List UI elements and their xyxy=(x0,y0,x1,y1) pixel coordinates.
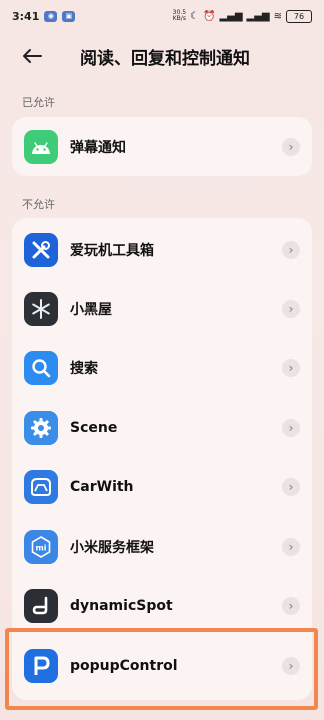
app-name: 搜索 xyxy=(70,360,98,377)
app-row-dynamicspot[interactable]: dynamicSpot › xyxy=(12,576,312,635)
app-name: 爱玩机工具箱 xyxy=(70,242,154,259)
allowed-card: 弹幕通知 › xyxy=(12,117,312,176)
notification-app-icon: ◉ xyxy=(44,10,58,22)
search-icon xyxy=(24,350,58,385)
section-allowed-label: 已允许 xyxy=(22,96,55,109)
dynamicspot-icon xyxy=(24,588,58,623)
signal-icon: ▂▄▆ xyxy=(219,10,243,22)
app-row-mi-framework[interactable]: mi 小米服务框架 › xyxy=(12,517,312,576)
notification-app-icon-2: ▣ xyxy=(62,10,76,22)
status-bar: 3:41 ◉ ▣ 30.5 KB/s ☾ ⏰ ▂▄▆ ▂▄▆ ≋ 76 xyxy=(0,0,324,32)
alarm-icon: ⏰ xyxy=(203,10,216,22)
svg-text:mi: mi xyxy=(35,543,46,552)
not-allowed-card: 爱玩机工具箱 › 小黑屋 › 搜索 › Scene › CarWith › mi… xyxy=(12,218,312,700)
app-name: dynamicSpot xyxy=(70,597,173,614)
status-left: 3:41 ◉ ▣ xyxy=(12,9,76,23)
chevron-right-icon: › xyxy=(282,358,300,377)
signal-icon-2: ▂▄▆ xyxy=(246,10,270,22)
status-right: 30.5 KB/s ☾ ⏰ ▂▄▆ ▂▄▆ ≋ 76 xyxy=(172,9,312,23)
app-name: 弹幕通知 xyxy=(70,139,126,156)
mi-icon: mi xyxy=(24,529,58,564)
app-name: 小米服务框架 xyxy=(70,539,154,556)
chevron-right-icon: › xyxy=(282,137,300,156)
moon-icon: ☾ xyxy=(190,10,199,22)
chevron-right-icon: › xyxy=(282,537,300,556)
app-row-popupcontrol[interactable]: popupControl › xyxy=(12,636,312,695)
app-name: Scene xyxy=(70,419,118,436)
gear-icon xyxy=(24,410,58,445)
car-icon xyxy=(24,469,58,504)
app-row-scene[interactable]: Scene › xyxy=(12,398,312,457)
popup-p-icon xyxy=(24,648,58,683)
page-title: 阅读、回复和控制通知 xyxy=(80,49,250,69)
app-row-search[interactable]: 搜索 › xyxy=(12,338,312,397)
chevron-right-icon: › xyxy=(282,656,300,675)
app-name: popupControl xyxy=(70,657,178,674)
android-icon xyxy=(24,129,58,164)
app-row-aiwanji[interactable]: 爱玩机工具箱 › xyxy=(12,220,312,279)
back-arrow-icon[interactable] xyxy=(16,40,48,72)
tools-icon xyxy=(24,232,58,267)
chevron-right-icon: › xyxy=(282,596,300,615)
status-time: 3:41 xyxy=(12,9,40,23)
chevron-right-icon: › xyxy=(282,418,300,437)
chevron-right-icon: › xyxy=(282,477,300,496)
chevron-right-icon: › xyxy=(282,240,300,259)
snowflake-icon xyxy=(24,291,58,326)
app-name: CarWith xyxy=(70,478,134,495)
app-row-xiaoheiwu[interactable]: 小黑屋 › xyxy=(12,279,312,338)
section-not-allowed-label: 不允许 xyxy=(22,198,55,211)
app-row-carwith[interactable]: CarWith › xyxy=(12,457,312,516)
page-header: 阅读、回复和控制通知 xyxy=(0,32,324,80)
app-name: 小黑屋 xyxy=(70,301,112,318)
battery-icon: 76 xyxy=(286,9,312,23)
chevron-right-icon: › xyxy=(282,299,300,318)
app-row-danmu[interactable]: 弹幕通知 › xyxy=(12,117,312,176)
wifi-icon: ≋ xyxy=(273,10,282,22)
net-speed: 30.5 KB/s xyxy=(172,9,187,22)
